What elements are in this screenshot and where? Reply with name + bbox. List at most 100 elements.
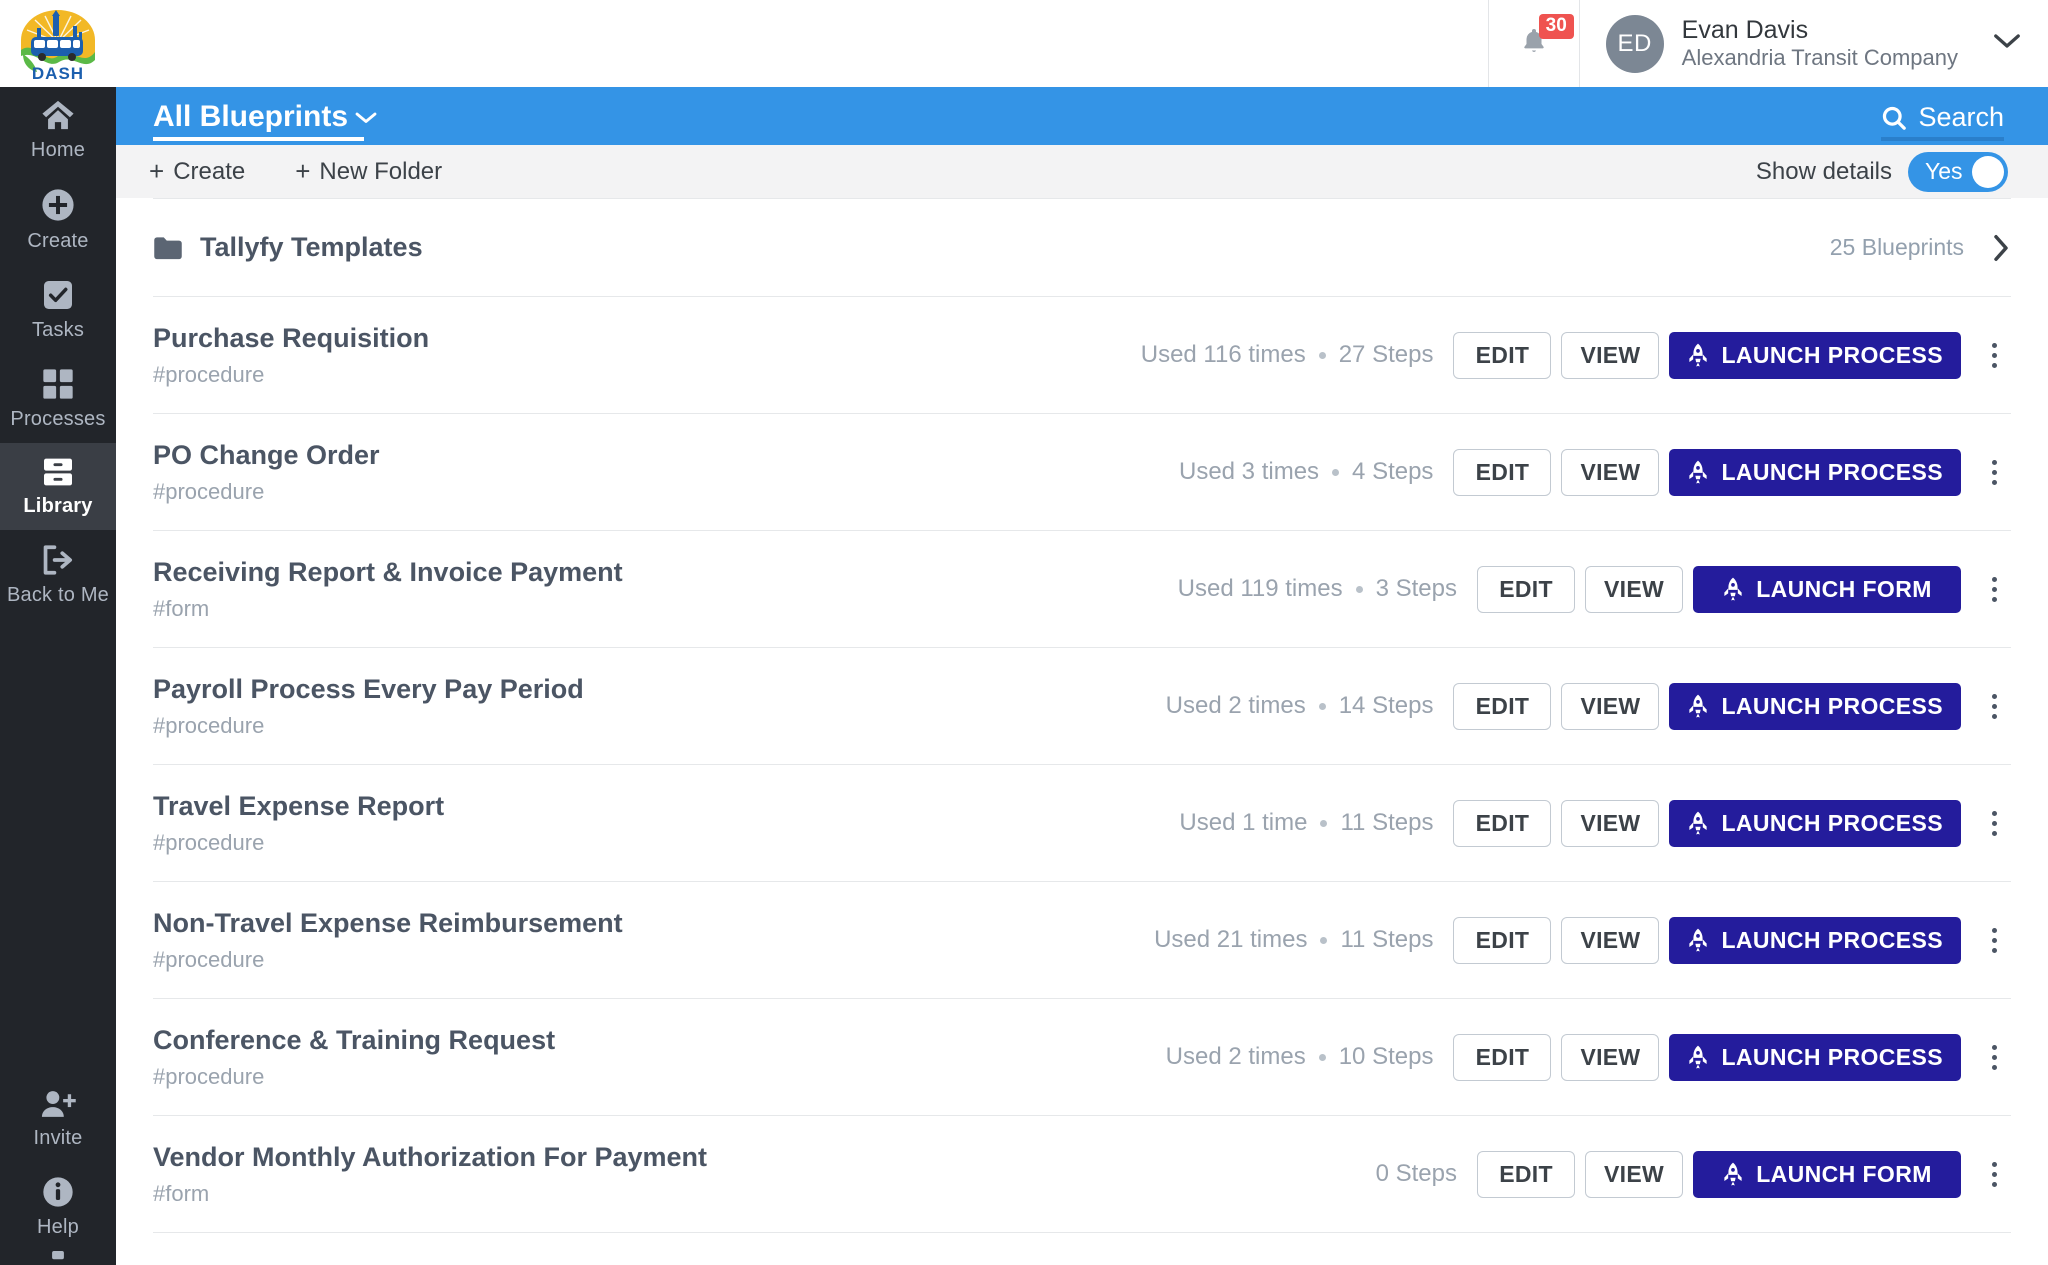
chevron-right-icon[interactable] [1991,233,2011,263]
launch-button-label: LAUNCH PROCESS [1721,809,1943,836]
new-folder-label: New Folder [319,157,443,185]
more-vertical-icon[interactable] [1979,1151,2009,1198]
create-button[interactable]: + Create [149,156,245,187]
search-button[interactable]: Search [1881,87,2004,145]
view-button[interactable]: VIEW [1585,1150,1683,1198]
view-button[interactable]: VIEW [1561,331,1660,379]
view-button[interactable]: VIEW [1585,565,1683,613]
edit-button[interactable]: EDIT [1453,448,1552,496]
more-vertical-icon[interactable] [1979,1034,2009,1081]
blueprint-row[interactable]: Non-Travel Expense Reimbursement #proced… [153,882,2011,998]
blueprint-info: Travel Expense Report #procedure [153,791,444,856]
blueprint-tag: #procedure [153,361,265,387]
blueprint-meta: 0 Steps [1376,1160,1457,1188]
view-button[interactable]: VIEW [1561,1033,1660,1081]
page-title-dropdown[interactable]: All Blueprints [153,87,378,145]
launch-button[interactable]: LAUNCH FORM [1693,565,1961,613]
notification-badge: 30 [1538,14,1574,39]
blueprint-row[interactable]: PO Change Order #procedure Used 3 times … [153,414,2011,530]
top-bar-right: 30 ED Evan Davis Alexandria Transit Comp… [1487,0,2048,87]
folder-row[interactable]: Tallyfy Templates 25 Blueprints [153,199,2011,296]
sidebar-item-library[interactable]: Library [0,443,116,530]
blueprint-title: Receiving Report & Invoice Payment [153,556,623,587]
launch-button[interactable]: LAUNCH PROCESS [1669,916,1961,964]
blueprint-row[interactable]: Travel Expense Report #procedure Used 1 … [153,765,2011,881]
user-menu[interactable]: ED Evan Davis Alexandria Transit Company [1580,0,2048,87]
divider [153,1232,2011,1233]
blueprint-actions: Used 119 times 3 Steps EDIT VIEW LAUNCH … [1178,565,2011,613]
launch-button[interactable]: LAUNCH PROCESS [1669,331,1961,379]
blueprint-tag: #form [153,1180,210,1206]
rocket-icon [1687,460,1709,484]
launch-button[interactable]: LAUNCH PROCESS [1669,1033,1961,1081]
sidebar-overflow-icon[interactable] [0,1251,116,1265]
launch-button[interactable]: LAUNCH FORM [1693,1150,1961,1198]
edit-button[interactable]: EDIT [1453,799,1552,847]
blueprint-tag: #procedure [153,946,265,972]
edit-button[interactable]: EDIT [1453,1033,1552,1081]
launch-button[interactable]: LAUNCH PROCESS [1669,448,1961,496]
user-name: Evan Davis [1681,15,1809,44]
edit-button[interactable]: EDIT [1453,916,1552,964]
more-vertical-icon[interactable] [1979,917,2009,964]
launch-button-label: LAUNCH PROCESS [1721,458,1943,485]
meta-separator-dot [1332,468,1340,476]
view-button[interactable]: VIEW [1561,799,1660,847]
sidebar-item-create[interactable]: Create [0,174,116,265]
edit-button[interactable]: EDIT [1453,331,1552,379]
blueprint-row[interactable]: Conference & Training Request #procedure… [153,999,2011,1115]
blueprint-row[interactable]: Vendor Monthly Authorization For Payment… [153,1116,2011,1232]
plus-circle-icon [41,188,75,222]
view-button[interactable]: VIEW [1561,916,1660,964]
blueprint-tag: #procedure [153,1063,265,1089]
show-details-toggle[interactable]: Yes [1908,151,2008,192]
notifications-button[interactable]: 30 [1487,0,1580,87]
launch-button[interactable]: LAUNCH PROCESS [1669,799,1961,847]
view-button[interactable]: VIEW [1561,448,1660,496]
blueprint-row[interactable]: Receiving Report & Invoice Payment #form… [153,531,2011,647]
show-details-control: Show details Yes [1756,151,2008,192]
sidebar-item-help[interactable]: Help [0,1162,116,1251]
view-button[interactable]: VIEW [1561,682,1660,730]
sidebar-item-label: Invite [33,1127,83,1149]
new-folder-button[interactable]: + New Folder [295,156,442,187]
meta-separator-dot [1320,936,1328,944]
sidebar-item-tasks[interactable]: Tasks [0,265,116,354]
sidebar-bottom: Invite Help [0,1075,116,1265]
chevron-down-icon[interactable] [1992,32,2022,55]
sidebar-item-label: Back to Me [6,584,110,606]
blueprint-row[interactable]: Purchase Requisition #procedure Used 116… [153,297,2011,413]
logout-icon [41,544,75,576]
sidebar-item-processes[interactable]: Processes [0,354,116,443]
sidebar-item-invite[interactable]: Invite [0,1075,116,1162]
more-vertical-icon[interactable] [1979,449,2009,496]
edit-button[interactable]: EDIT [1477,565,1575,613]
plus-icon: + [149,156,165,186]
launch-button[interactable]: LAUNCH PROCESS [1669,682,1961,730]
more-vertical-icon[interactable] [1979,566,2009,613]
step-count: 11 Steps [1340,809,1434,836]
blueprint-row[interactable]: Payroll Process Every Pay Period #proced… [153,648,2011,764]
launch-button-label: LAUNCH FORM [1756,1160,1932,1187]
search-label: Search [1918,102,2004,132]
folder-icon [153,236,183,260]
more-vertical-icon[interactable] [1979,683,2009,730]
sidebar-item-home[interactable]: Home [0,87,116,174]
more-vertical-icon[interactable] [1979,800,2009,847]
blueprint-title: Travel Expense Report [153,790,445,821]
search-underline [1881,137,2004,141]
brand-logo[interactable]: DASH [0,0,116,87]
usage-count: Used 2 times [1165,1043,1306,1070]
chevron-down-icon[interactable] [354,110,378,125]
blueprint-actions: Used 21 times 11 Steps EDIT VIEW LAUNCH … [1154,916,2011,964]
sidebar-item-label: Processes [10,408,106,430]
step-count: 14 Steps [1338,692,1434,719]
edit-button[interactable]: EDIT [1453,682,1552,730]
rocket-icon [1687,1045,1709,1069]
meta-separator-dot [1318,351,1326,359]
more-vertical-icon[interactable] [1979,332,2009,379]
sidebar-item-back-to-me[interactable]: Back to Me [0,530,116,619]
blueprint-list: Tallyfy Templates 25 Blueprints Purchase… [116,198,2048,1233]
edit-button[interactable]: EDIT [1477,1150,1575,1198]
blueprint-tag: #procedure [153,829,265,855]
